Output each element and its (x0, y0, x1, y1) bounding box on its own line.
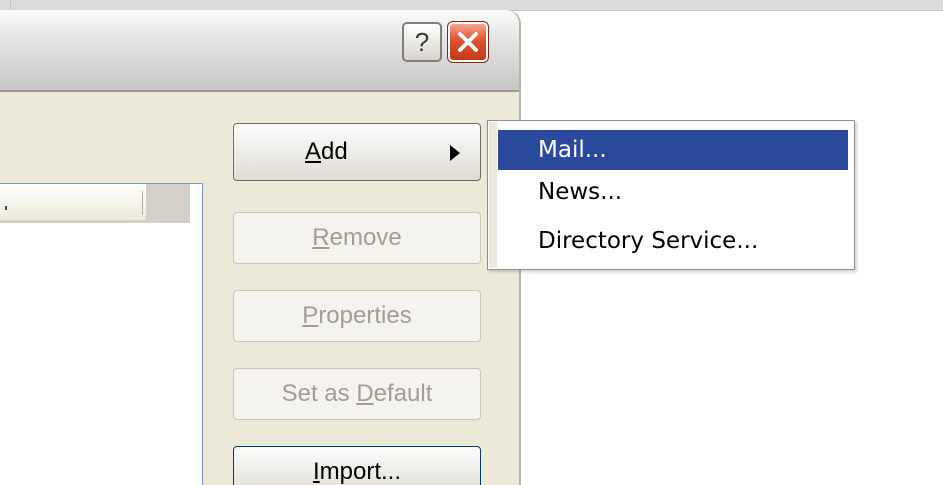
close-icon (458, 32, 478, 52)
import-label-rest: mport... (319, 458, 402, 485)
remove-mnemonic: R (312, 224, 330, 251)
column-header-fragment (5, 206, 7, 210)
menu-gutter (489, 122, 497, 268)
remove-label-rest: emove (329, 224, 402, 251)
close-button[interactable] (447, 21, 489, 63)
set-default-label-prefix: Set as (281, 380, 357, 407)
set-default-label-rest: efault (373, 380, 433, 407)
add-label-rest: dd (321, 138, 348, 165)
menu-item-directory-service[interactable]: Directory Service... (498, 224, 848, 258)
add-button[interactable]: Add (233, 123, 481, 181)
menu-item-mail[interactable]: Mail... (498, 130, 848, 170)
set-default-button-label: Set as Default (282, 380, 433, 408)
properties-mnemonic: P (302, 302, 319, 329)
accounts-dialog: ? Add Remove Properties Set as Default I… (0, 10, 521, 485)
column-divider[interactable] (142, 191, 143, 215)
properties-button-label: Properties (302, 302, 411, 330)
help-icon: ? (414, 26, 430, 57)
column-header-empty (146, 184, 190, 220)
submenu-arrow-icon (450, 145, 460, 161)
add-mnemonic: A (305, 138, 322, 165)
add-button-label: Add (305, 138, 348, 166)
import-button-label: Import... (313, 458, 401, 485)
import-mnemonic: I (312, 458, 320, 485)
accounts-list[interactable] (0, 183, 203, 485)
menu-item-news[interactable]: News... (498, 175, 848, 209)
add-submenu: Mail... News... Directory Service... (487, 120, 855, 270)
properties-button: Properties (233, 290, 481, 342)
title-bar[interactable]: ? (0, 10, 519, 92)
import-button[interactable]: Import... (233, 446, 481, 485)
remove-button-label: Remove (312, 224, 401, 252)
set-as-default-button: Set as Default (233, 368, 481, 420)
list-column-header[interactable] (0, 184, 190, 223)
set-default-mnemonic: D (356, 380, 374, 407)
remove-button: Remove (233, 212, 481, 264)
properties-label-rest: roperties (318, 302, 412, 329)
help-button[interactable]: ? (402, 22, 442, 62)
